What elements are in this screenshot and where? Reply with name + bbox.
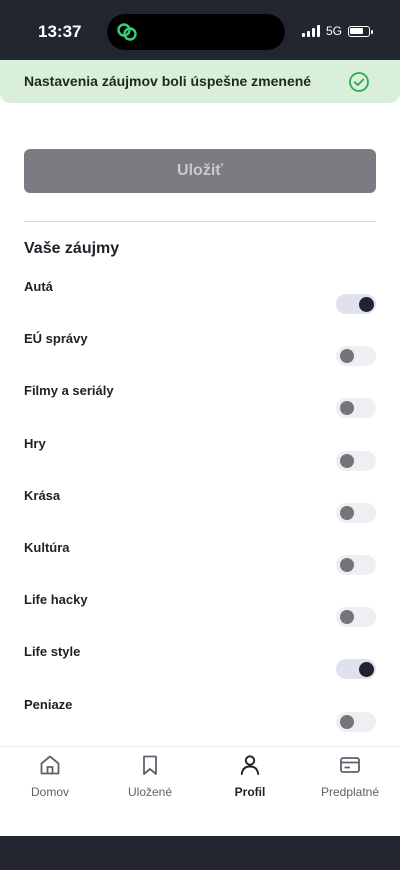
status-indicators: 5G	[301, 24, 373, 38]
toggle-knob	[359, 296, 374, 312]
success-toast: Nastavenia záujmov boli úspešne zmenené	[0, 60, 400, 103]
signal-icon	[301, 25, 320, 37]
interest-label: Peniaze	[24, 696, 73, 712]
interest-toggle[interactable]	[336, 711, 376, 732]
tab-profil[interactable]: Profil	[200, 753, 300, 809]
link-icon	[117, 23, 137, 41]
interest-label: Life hacky	[24, 592, 88, 608]
toggle-knob	[340, 401, 354, 416]
interest-row: Kultúra	[24, 540, 376, 592]
interest-toggle[interactable]	[336, 294, 376, 314]
interest-toggle[interactable]	[336, 346, 376, 367]
interest-label: Krása	[24, 487, 61, 503]
interest-row: Life hacky	[24, 592, 376, 644]
interest-label: Filmy a seriály	[24, 383, 114, 399]
interest-row: Peniaze	[24, 697, 376, 749]
interest-label: Autá	[24, 279, 53, 294]
save-button[interactable]: Uložiť	[24, 149, 376, 193]
interest-row: Autá	[24, 279, 376, 331]
card-icon	[340, 757, 360, 773]
interest-toggle[interactable]	[336, 398, 376, 419]
toggle-knob	[340, 505, 354, 520]
tab-bar: Domov Uložené Profil Predplatné	[0, 746, 400, 836]
interest-row: Krása	[24, 488, 376, 540]
interest-toggle[interactable]	[336, 659, 376, 680]
status-time: 13:37	[38, 22, 82, 41]
tab-ulozene[interactable]: Uložené	[100, 753, 200, 809]
person-icon	[240, 755, 260, 775]
interest-toggle[interactable]	[336, 555, 376, 575]
toggle-knob	[340, 453, 354, 468]
toggle-knob	[340, 610, 354, 625]
home-indicator-bar	[0, 836, 400, 870]
toggle-knob	[340, 558, 354, 572]
interest-row: Life style	[24, 644, 376, 696]
tab-domov[interactable]: Domov	[0, 753, 100, 809]
interest-toggle[interactable]	[336, 607, 376, 628]
toggle-knob	[340, 714, 354, 729]
toast-message: Nastavenia záujmov boli úspešne zmenené	[24, 73, 312, 89]
toggle-knob	[340, 349, 354, 364]
interest-label: Hry	[24, 435, 46, 451]
home-icon	[40, 755, 60, 775]
divider	[24, 221, 376, 222]
interest-toggle[interactable]	[336, 502, 376, 523]
tab-label: Uložené	[127, 785, 173, 799]
interest-label: Life style	[24, 644, 81, 660]
tab-label: Profil	[234, 785, 266, 799]
toggle-knob	[359, 661, 374, 677]
dynamic-island	[107, 14, 285, 50]
interest-row: Filmy a seriály	[24, 383, 376, 435]
tab-label: Predplatné	[320, 785, 380, 799]
bookmark-icon	[143, 755, 157, 775]
interest-label: EÚ správy	[24, 331, 88, 347]
check-circle-icon	[349, 72, 369, 92]
battery-charging-icon	[348, 25, 373, 37]
status-bar: 13:37 5G	[0, 0, 400, 60]
interest-row: EÚ správy	[24, 331, 376, 383]
interests-title: Vaše záujmy	[24, 240, 120, 257]
tab-label: Domov	[30, 785, 69, 799]
tab-predplatne[interactable]: Predplatné	[300, 753, 400, 809]
interest-toggle[interactable]	[336, 450, 376, 471]
interest-row: Hry	[24, 436, 376, 488]
network-type: 5G	[325, 24, 342, 38]
interest-label: Kultúra	[24, 540, 70, 555]
